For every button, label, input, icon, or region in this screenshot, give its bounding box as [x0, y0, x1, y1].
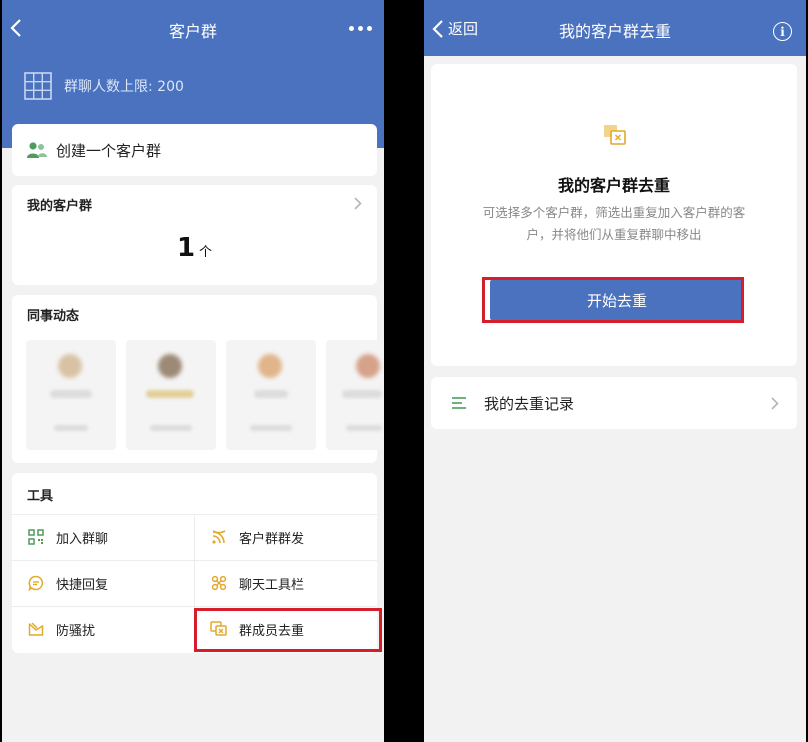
tool-label: 聊天工具栏	[239, 577, 305, 593]
grid-icon	[24, 72, 52, 100]
dedupe-records-row[interactable]: 我的去重记录	[431, 377, 797, 429]
blurred-text	[346, 425, 382, 431]
card-description: 可选择多个客户群，筛选出重复加入客户群的客户，并将他们从重复群聊中移出	[482, 205, 746, 242]
tool-label: 客户群群发	[239, 531, 305, 547]
avatar	[58, 354, 82, 378]
tool-anti-harassment[interactable]: 防骚扰	[12, 606, 194, 652]
nav-bar: 返回 我的客户群去重 i	[424, 12, 806, 50]
qr-code-icon	[26, 527, 46, 547]
broadcast-icon	[209, 527, 229, 547]
avatar	[158, 354, 182, 378]
blurred-text	[150, 425, 192, 431]
blurred-text	[254, 390, 288, 398]
tool-label: 群成员去重	[239, 623, 305, 639]
chevron-right-icon	[771, 397, 779, 410]
group-count: 1个	[12, 233, 377, 263]
tool-group-broadcast[interactable]: 客户群群发	[195, 514, 377, 560]
dedupe-icon	[604, 125, 626, 145]
blurred-text	[146, 390, 194, 398]
dedupe-card: 我的客户群去重 可选择多个客户群，筛选出重复加入客户群的客户，并将他们从重复群聊…	[431, 64, 797, 366]
list-icon	[452, 397, 466, 409]
tool-chat-toolbar[interactable]: 聊天工具栏	[195, 560, 377, 606]
group-count-number: 1	[176, 233, 196, 263]
header-bar: 返回 我的客户群去重 i	[424, 0, 806, 56]
feed-item[interactable]	[126, 340, 216, 450]
avatar	[258, 354, 282, 378]
tool-join-group[interactable]: 加入群聊	[12, 514, 194, 560]
chevron-right-icon	[354, 197, 362, 210]
blurred-text	[50, 390, 92, 398]
records-label: 我的去重记录	[484, 394, 575, 413]
create-group-button[interactable]: 创建一个客户群	[12, 124, 377, 176]
customer-group-screen: 客户群 群聊人数上限: 200 创建一个客户群 我的客户群 1个 同事动态 工具…	[2, 0, 384, 742]
page-title: 客户群	[168, 22, 217, 41]
feed-item[interactable]	[326, 340, 384, 450]
tool-label: 加入群聊	[56, 531, 109, 547]
blurred-text	[54, 425, 88, 431]
tools-title: 工具	[27, 489, 54, 504]
tool-label: 快捷回复	[56, 577, 109, 593]
my-groups-title: 我的客户群	[27, 199, 93, 214]
tool-member-dedupe[interactable]: 群成员去重	[195, 606, 377, 652]
page-title: 我的客户群去重	[558, 22, 671, 41]
more-icon[interactable]	[349, 26, 372, 31]
my-groups-card[interactable]: 我的客户群 1个	[12, 185, 377, 285]
create-group-label: 创建一个客户群	[56, 141, 162, 160]
shield-flag-icon	[26, 619, 46, 639]
card-title: 我的客户群去重	[557, 176, 670, 195]
feed-item[interactable]	[226, 340, 316, 450]
tool-quick-reply[interactable]: 快捷回复	[12, 560, 194, 606]
add-people-icon	[27, 142, 47, 158]
group-limit-text: 群聊人数上限: 200	[64, 79, 184, 95]
toolbar-icon	[209, 573, 229, 593]
group-limit-row: 群聊人数上限: 200	[24, 72, 184, 100]
colleague-feed-card: 同事动态	[12, 295, 384, 463]
info-icon[interactable]: i	[773, 22, 792, 41]
group-count-unit: 个	[199, 245, 213, 260]
dedupe-screen: 返回 我的客户群去重 i 我的客户群去重 可选择多个客户群，筛选出重复加入客户群…	[424, 0, 806, 742]
blurred-text	[250, 425, 292, 431]
tools-card: 工具 加入群聊 客户群群发 快捷回复 聊天工具栏 防骚扰 群成员去重	[12, 473, 377, 653]
nav-bar: 客户群	[2, 12, 384, 50]
blurred-text	[342, 390, 382, 398]
colleague-feed-title: 同事动态	[27, 309, 80, 324]
avatar	[356, 354, 380, 378]
dedupe-icon	[209, 619, 229, 639]
tool-label: 防骚扰	[56, 623, 96, 639]
start-dedupe-button[interactable]: 开始去重	[490, 280, 744, 320]
feed-item[interactable]	[26, 340, 116, 450]
chat-bubble-icon	[26, 573, 46, 593]
